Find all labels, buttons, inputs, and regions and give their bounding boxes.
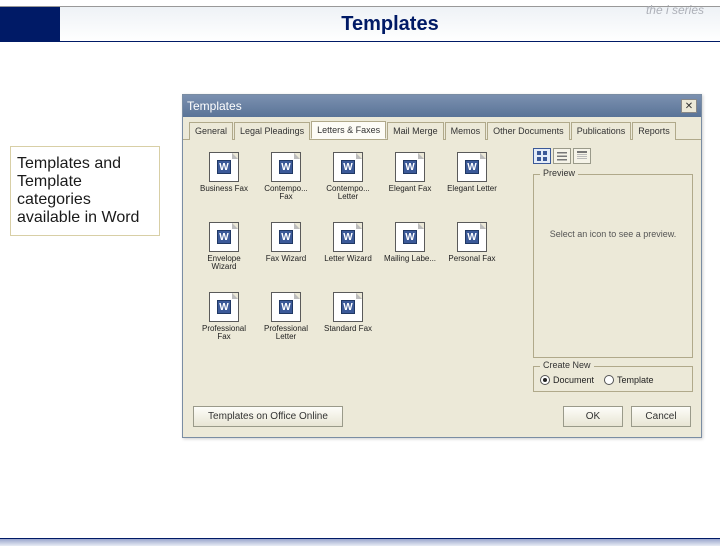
create-new-group: Create New DocumentTemplate xyxy=(533,366,693,392)
view-details-button[interactable] xyxy=(573,148,591,164)
word-doc-icon: W xyxy=(333,292,363,322)
word-mark-icon: W xyxy=(465,230,479,244)
template-item-label: Mailing Labe... xyxy=(381,255,439,263)
template-grid: W Business Fax W Contempo... Fax W Contempo..… xyxy=(191,148,525,392)
word-mark-icon: W xyxy=(341,230,355,244)
radio-dot-icon xyxy=(604,375,614,385)
word-doc-icon: W xyxy=(395,222,425,252)
tab-general[interactable]: General xyxy=(189,122,233,140)
view-list-button[interactable] xyxy=(553,148,571,164)
templates-online-button[interactable]: Templates on Office Online xyxy=(193,406,343,427)
right-pane: Preview Select an icon to see a preview.… xyxy=(533,148,693,392)
slide-header: Templates the i series xyxy=(0,6,720,42)
word-doc-icon: W xyxy=(209,152,239,182)
template-item[interactable]: W Contempo... Fax xyxy=(257,152,315,216)
word-mark-icon: W xyxy=(403,230,417,244)
close-button[interactable]: ✕ xyxy=(681,99,697,113)
tab-reports[interactable]: Reports xyxy=(632,122,676,140)
word-doc-icon: W xyxy=(271,222,301,252)
template-item-label: Professional Fax xyxy=(195,325,253,341)
word-doc-icon: W xyxy=(395,152,425,182)
word-mark-icon: W xyxy=(279,300,293,314)
create-new-legend: Create New xyxy=(540,360,594,370)
template-item[interactable]: W Elegant Letter xyxy=(443,152,501,216)
cancel-button[interactable]: Cancel xyxy=(631,406,691,427)
template-item-label: Contempo... Letter xyxy=(319,185,377,201)
word-mark-icon: W xyxy=(217,160,231,174)
word-mark-icon: W xyxy=(279,160,293,174)
tab-legal-pleadings[interactable]: Legal Pleadings xyxy=(234,122,310,140)
preview-group: Preview Select an icon to see a preview. xyxy=(533,174,693,358)
word-mark-icon: W xyxy=(341,160,355,174)
template-item[interactable]: W Envelope Wizard xyxy=(195,222,253,286)
view-large-icons-button[interactable] xyxy=(533,148,551,164)
template-item[interactable]: W Mailing Labe... xyxy=(381,222,439,286)
word-doc-icon: W xyxy=(209,222,239,252)
brand-logo: the i series xyxy=(646,3,704,17)
word-doc-icon: W xyxy=(209,292,239,322)
tab-memos[interactable]: Memos xyxy=(445,122,487,140)
preview-legend: Preview xyxy=(540,168,578,178)
template-item[interactable]: W Professional Letter xyxy=(257,292,315,356)
tab-mail-merge[interactable]: Mail Merge xyxy=(387,122,444,140)
template-item[interactable]: W Standard Fax xyxy=(319,292,377,356)
radio-dot-icon xyxy=(540,375,550,385)
word-doc-icon: W xyxy=(333,152,363,182)
template-item[interactable]: W Business Fax xyxy=(195,152,253,216)
template-item[interactable]: W Personal Fax xyxy=(443,222,501,286)
dialog-titlebar: Templates ✕ xyxy=(183,95,701,117)
dialog-footer: Templates on Office Online OK Cancel xyxy=(183,400,701,437)
word-mark-icon: W xyxy=(403,160,417,174)
word-doc-icon: W xyxy=(333,222,363,252)
word-doc-icon: W xyxy=(457,152,487,182)
word-doc-icon: W xyxy=(271,292,301,322)
tab-strip: GeneralLegal PleadingsLetters & FaxesMai… xyxy=(183,117,701,140)
template-item[interactable]: W Letter Wizard xyxy=(319,222,377,286)
template-item-label: Personal Fax xyxy=(443,255,501,263)
radio-template[interactable]: Template xyxy=(604,375,654,385)
template-item-label: Business Fax xyxy=(195,185,253,193)
radio-label: Document xyxy=(553,375,594,385)
page-title: Templates xyxy=(60,13,720,36)
ok-button[interactable]: OK xyxy=(563,406,623,427)
header-accent xyxy=(0,7,60,41)
template-item-label: Fax Wizard xyxy=(257,255,315,263)
tab-other-documents[interactable]: Other Documents xyxy=(487,122,570,140)
word-doc-icon: W xyxy=(457,222,487,252)
template-item[interactable]: W Fax Wizard xyxy=(257,222,315,286)
template-item-label: Elegant Letter xyxy=(443,185,501,193)
template-item[interactable]: W Professional Fax xyxy=(195,292,253,356)
slide-footer-bar xyxy=(0,538,720,546)
template-item[interactable]: W Contempo... Letter xyxy=(319,152,377,216)
word-doc-icon: W xyxy=(271,152,301,182)
template-item-label: Letter Wizard xyxy=(319,255,377,263)
word-mark-icon: W xyxy=(341,300,355,314)
radio-label: Template xyxy=(617,375,654,385)
template-item[interactable]: W Elegant Fax xyxy=(381,152,439,216)
template-item-label: Standard Fax xyxy=(319,325,377,333)
preview-placeholder: Select an icon to see a preview. xyxy=(534,229,692,241)
template-item-label: Contempo... Fax xyxy=(257,185,315,201)
word-mark-icon: W xyxy=(217,230,231,244)
template-item-label: Professional Letter xyxy=(257,325,315,341)
templates-dialog: Templates ✕ GeneralLegal PleadingsLetter… xyxy=(182,94,702,438)
template-item-label: Elegant Fax xyxy=(381,185,439,193)
tab-publications[interactable]: Publications xyxy=(571,122,632,140)
create-new-options: Document Template xyxy=(540,375,686,385)
dialog-body: W Business Fax W Contempo... Fax W Contempo..… xyxy=(183,140,701,400)
word-mark-icon: W xyxy=(465,160,479,174)
word-mark-icon: W xyxy=(217,300,231,314)
tab-letters-faxes[interactable]: Letters & Faxes xyxy=(311,121,386,139)
dialog-title: Templates xyxy=(187,99,242,113)
view-mode-bar xyxy=(533,148,693,166)
template-item-label: Envelope Wizard xyxy=(195,255,253,271)
sidebar-caption: Templates and Template categories availa… xyxy=(10,146,160,236)
word-mark-icon: W xyxy=(279,230,293,244)
radio-document[interactable]: Document xyxy=(540,375,594,385)
